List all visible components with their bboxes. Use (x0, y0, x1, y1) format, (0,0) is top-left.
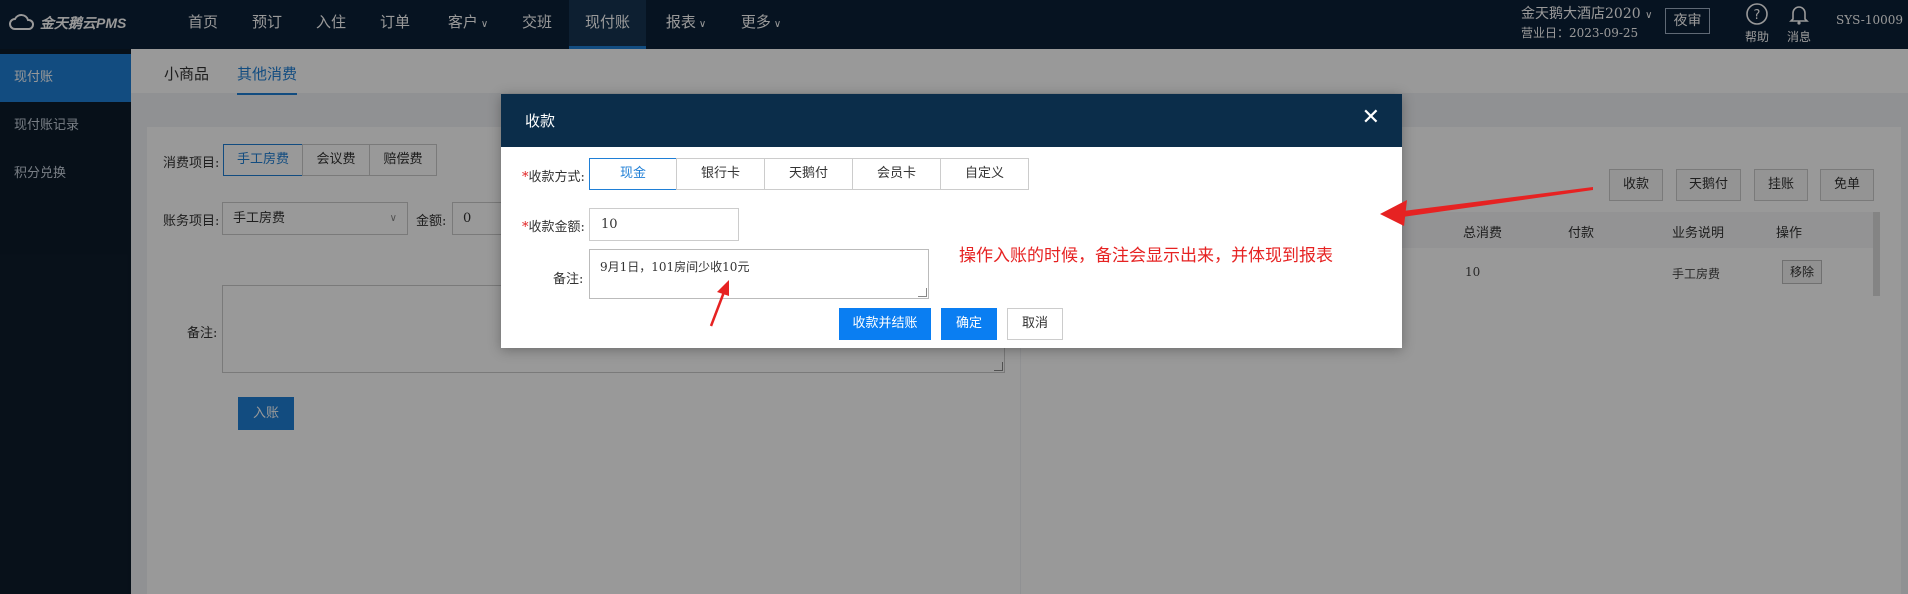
method-member-card[interactable]: 会员卡 (852, 158, 941, 190)
close-icon[interactable]: ✕ (1362, 107, 1380, 129)
remark-textarea[interactable]: 9月1日，101房间少收10元 (589, 249, 929, 299)
cancel-button[interactable]: 取消 (1007, 308, 1063, 340)
remark-label: 备注: (553, 272, 584, 287)
resize-handle-icon[interactable] (918, 288, 927, 297)
method-cash[interactable]: 现金 (589, 158, 677, 190)
modal-header: 收款 ✕ (501, 94, 1402, 147)
payment-amount-text: 收款金额: (528, 220, 585, 235)
annotation-text: 操作入账的时候，备注会显示出来，并体现到报表 (959, 246, 1333, 266)
payment-method-text: 收款方式: (528, 170, 585, 185)
method-swan-pay[interactable]: 天鹅付 (764, 158, 853, 190)
collect-and-settle-button[interactable]: 收款并结账 (839, 308, 931, 340)
method-bank-card[interactable]: 银行卡 (676, 158, 765, 190)
remark-value: 9月1日，101房间少收10元 (600, 260, 750, 274)
modal-title: 收款 (525, 112, 556, 130)
payment-amount-input[interactable]: 10 (589, 208, 739, 241)
confirm-button[interactable]: 确定 (941, 308, 997, 340)
payment-method-label: *收款方式: (522, 166, 585, 185)
payment-amount-label: *收款金额: (522, 216, 585, 235)
method-custom[interactable]: 自定义 (940, 158, 1029, 190)
